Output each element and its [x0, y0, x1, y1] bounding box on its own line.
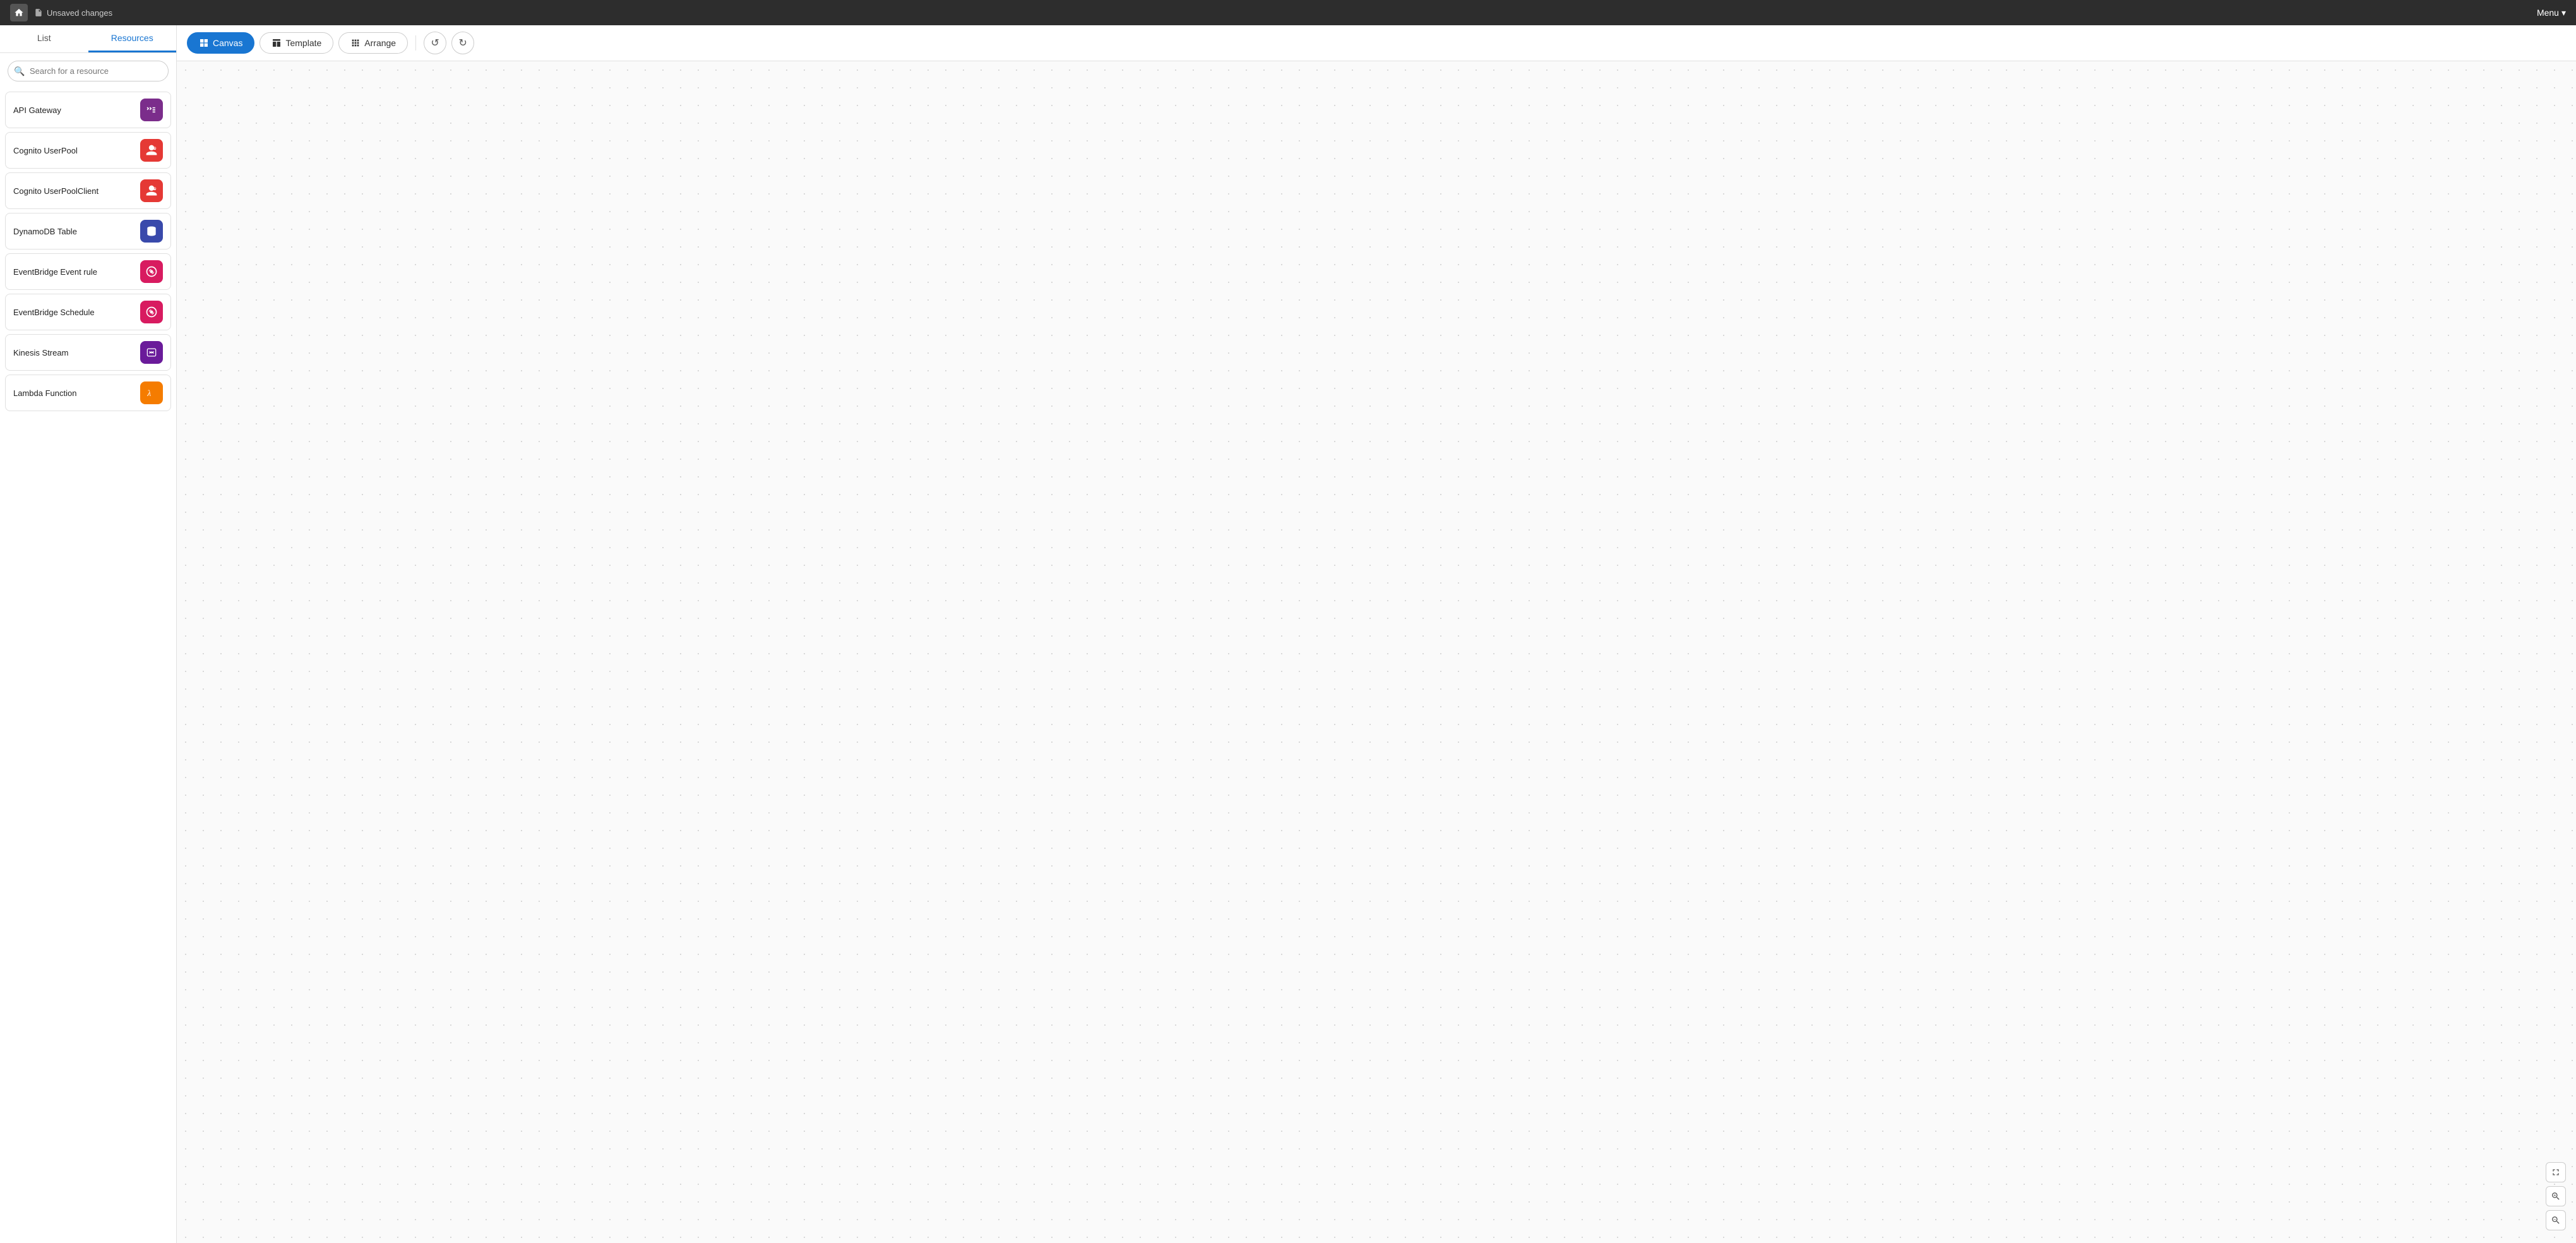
resource-name: Lambda Function [13, 388, 76, 398]
resource-item[interactable]: EventBridge Event rule [5, 253, 171, 290]
sidebar-tabs: List Resources [0, 25, 176, 53]
menu-button[interactable]: Menu ▾ [2537, 8, 2566, 18]
resource-name: Kinesis Stream [13, 348, 68, 357]
resource-item[interactable]: Kinesis Stream [5, 334, 171, 371]
toolbar: Canvas Template Arrange ↺ ↻ [177, 25, 2576, 61]
resource-icon [140, 179, 163, 202]
toolbar-divider [415, 35, 416, 51]
tab-list[interactable]: List [0, 25, 88, 52]
resource-name: EventBridge Schedule [13, 308, 95, 317]
sidebar: List Resources 🔍 API Gateway Cognito User… [0, 25, 177, 1243]
resource-item[interactable]: API Gateway [5, 92, 171, 128]
resource-item[interactable]: Cognito UserPool [5, 132, 171, 169]
resource-icon [140, 341, 163, 364]
arrange-tab[interactable]: Arrange [338, 32, 408, 54]
resource-list: API Gateway Cognito UserPool Cognito UserP… [0, 89, 176, 1243]
canvas-tab[interactable]: Canvas [187, 32, 254, 54]
canvas-area: Canvas Template Arrange ↺ ↻ [177, 25, 2576, 1243]
zoom-in-button[interactable] [2546, 1186, 2566, 1206]
unsaved-changes-indicator: Unsaved changes [34, 8, 112, 18]
resource-icon [140, 260, 163, 283]
search-input[interactable] [8, 61, 169, 81]
resource-name: Cognito UserPool [13, 146, 78, 155]
resource-icon: λ [140, 381, 163, 404]
template-tab[interactable]: Template [259, 32, 333, 54]
home-button[interactable] [10, 4, 28, 21]
search-box: 🔍 [8, 61, 169, 81]
resource-name: Cognito UserPoolClient [13, 186, 98, 196]
resource-icon [140, 220, 163, 243]
svg-text:λ: λ [146, 388, 151, 398]
undo-button[interactable]: ↺ [424, 32, 446, 54]
search-icon: 🔍 [14, 66, 25, 76]
tab-resources[interactable]: Resources [88, 25, 177, 52]
resource-name: DynamoDB Table [13, 227, 77, 236]
zoom-controls [2546, 1162, 2566, 1230]
zoom-out-button[interactable] [2546, 1210, 2566, 1230]
redo-button[interactable]: ↻ [451, 32, 474, 54]
resource-item[interactable]: DynamoDB Table [5, 213, 171, 249]
resource-name: EventBridge Event rule [13, 267, 97, 277]
fullscreen-button[interactable] [2546, 1162, 2566, 1182]
canvas-content[interactable] [177, 61, 2576, 1243]
resource-icon [140, 139, 163, 162]
resource-icon [140, 301, 163, 323]
resource-item[interactable]: EventBridge Schedule [5, 294, 171, 330]
top-bar: Unsaved changes Menu ▾ [0, 0, 2576, 25]
resource-name: API Gateway [13, 105, 61, 115]
resource-icon [140, 99, 163, 121]
resource-item[interactable]: Cognito UserPoolClient [5, 172, 171, 209]
resource-item[interactable]: Lambda Function λ [5, 375, 171, 411]
